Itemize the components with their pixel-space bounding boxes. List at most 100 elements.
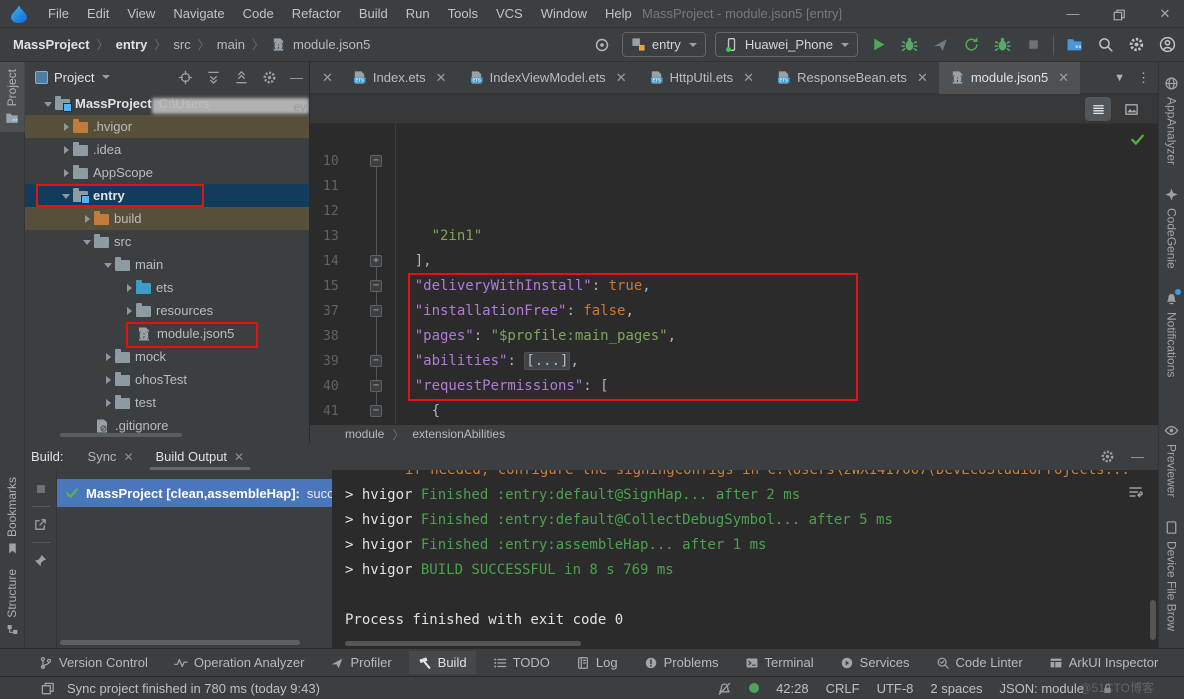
indent-size[interactable]: 2 spaces (930, 681, 982, 696)
caret-position[interactable]: 42:28 (776, 681, 809, 696)
build-settings-gear-icon[interactable] (1100, 449, 1115, 464)
tab-sync[interactable]: Sync ✕ (82, 443, 140, 470)
chevron-right-icon[interactable] (80, 212, 94, 226)
tree-item-ets[interactable]: ets (25, 276, 309, 299)
breadcrumb-project[interactable]: MassProject (13, 37, 90, 52)
breadcrumb-src[interactable]: src (173, 37, 190, 52)
tree-item-build[interactable]: build (25, 207, 309, 230)
tab-close-icon[interactable]: ✕ (616, 70, 627, 86)
export-icon[interactable] (33, 517, 48, 532)
menu-view[interactable]: View (118, 6, 164, 21)
sidebar-item-previewer[interactable]: Previewer (1164, 423, 1179, 497)
chevron-right-icon[interactable] (101, 350, 115, 364)
menu-tools[interactable]: Tools (439, 6, 487, 21)
tree-item-src[interactable]: src (25, 230, 309, 253)
tree-item-main[interactable]: main (25, 253, 309, 276)
attach-debugger-button[interactable] (991, 34, 1013, 56)
profile-button[interactable] (929, 34, 951, 56)
fold-marker[interactable]: − (370, 305, 382, 317)
tab-module-json5[interactable]: module.json5 ✕ (939, 62, 1080, 94)
menu-run[interactable]: Run (397, 6, 439, 21)
locate-file-icon[interactable] (178, 70, 193, 85)
tree-item-ohostest[interactable]: ohosTest (25, 368, 309, 391)
tab-options-kebab-icon[interactable]: ⋮ (1137, 70, 1150, 86)
tab-indexviewmodel-ets[interactable]: IndexViewModel.ets ✕ (458, 62, 638, 94)
tab-close-icon[interactable]: ✕ (123, 450, 133, 464)
tab-build-output[interactable]: Build Output ✕ (150, 443, 251, 470)
debug-button[interactable] (898, 34, 920, 56)
menu-build[interactable]: Build (350, 6, 397, 21)
tab-index-ets[interactable]: Index.ets ✕ (341, 62, 458, 94)
tree-item-entry[interactable]: entry (25, 184, 309, 207)
restore-button[interactable] (1108, 6, 1130, 22)
menu-window[interactable]: Window (532, 6, 596, 21)
tab-close-icon[interactable]: ✕ (917, 70, 928, 86)
build-console[interactable]: if needed, configure the signingConfigs … (332, 470, 1158, 648)
file-encoding[interactable]: UTF-8 (877, 681, 914, 696)
tab-httputil-ets[interactable]: HttpUtil.ets ✕ (638, 62, 765, 94)
build-result-item[interactable]: MassProject [clean,assembleHap]: succ (57, 479, 332, 507)
sidebar-item-bookmarks[interactable]: Bookmarks (0, 470, 25, 562)
chevron-right-icon[interactable] (122, 281, 136, 295)
breadcrumb-file[interactable]: module.json5 (293, 37, 370, 52)
panel-settings-gear-icon[interactable] (262, 70, 277, 85)
fold-marker[interactable]: − (370, 155, 382, 167)
fold-marker[interactable]: − (370, 380, 382, 392)
chevron-right-icon[interactable] (101, 396, 115, 410)
breadcrumb-module[interactable]: module (345, 427, 384, 441)
tab-close-icon[interactable]: ✕ (743, 70, 754, 86)
device-manager-icon[interactable] (1063, 34, 1085, 56)
breadcrumb-main[interactable]: main (217, 37, 245, 52)
close-button[interactable]: ✕ (1154, 6, 1176, 22)
tab-close-icon[interactable]: ✕ (1058, 70, 1069, 86)
toolbar-item-todo[interactable]: TODO (484, 651, 559, 674)
tree-item-idea[interactable]: .idea (25, 138, 309, 161)
toolbar-item-problems[interactable]: Problems (635, 651, 728, 674)
rerun-button[interactable] (960, 34, 982, 56)
menu-edit[interactable]: Edit (78, 6, 118, 21)
fold-marker[interactable]: − (370, 355, 382, 367)
toolbar-item-build[interactable]: Build (409, 651, 476, 674)
hidden-tabs-chevron-icon[interactable]: ▼ (1114, 72, 1125, 84)
hide-panel-icon[interactable]: — (1131, 449, 1144, 464)
chevron-down-icon[interactable] (41, 97, 55, 111)
tab-close-icon[interactable]: ✕ (436, 70, 447, 86)
expand-all-icon[interactable] (206, 70, 221, 85)
stop-button[interactable] (1022, 34, 1044, 56)
window-stack-icon[interactable] (40, 681, 55, 696)
build-tree-horizontal-scrollbar[interactable] (60, 640, 300, 645)
chevron-right-icon[interactable] (59, 166, 73, 180)
pin-icon[interactable] (33, 553, 48, 568)
tab-close-icon[interactable]: ✕ (314, 70, 341, 86)
menu-refactor[interactable]: Refactor (283, 6, 350, 21)
toolbar-item-services[interactable]: Services (831, 651, 919, 674)
device-selector[interactable]: Huawei_Phone (715, 32, 858, 57)
sidebar-item-structure[interactable]: Structure (0, 562, 25, 648)
sidebar-item-project[interactable]: Project (0, 62, 25, 132)
minimize-button[interactable]: — (1062, 6, 1084, 22)
collapse-all-icon[interactable] (234, 70, 249, 85)
chevron-right-icon[interactable] (59, 143, 73, 157)
search-everywhere-icon[interactable] (1094, 34, 1116, 56)
sidebar-item-device-file-browser[interactable]: Device File Brow (1164, 520, 1179, 631)
code-editor[interactable]: 10 "2in1" 11 − ], 12 "deliveryWithInstal… (310, 124, 1158, 424)
tab-close-icon[interactable]: ✕ (234, 450, 244, 464)
sidebar-item-appanalyzer[interactable]: AppAnalyzer (1164, 76, 1179, 165)
toolbar-item-version-control[interactable]: Version Control (30, 651, 157, 674)
account-icon[interactable] (1156, 34, 1178, 56)
chevron-down-icon[interactable] (101, 258, 115, 272)
toolbar-item-terminal[interactable]: Terminal (736, 651, 823, 674)
console-horizontal-scrollbar[interactable] (345, 641, 581, 646)
chevron-right-icon[interactable] (101, 373, 115, 387)
settings-gear-icon[interactable] (1125, 34, 1147, 56)
toolbar-item-code-linter[interactable]: Code Linter (927, 651, 1032, 674)
console-vertical-scrollbar[interactable] (1150, 600, 1156, 640)
project-view-selector[interactable]: Project (54, 70, 94, 85)
tree-item-hvigor[interactable]: .hvigor (25, 115, 309, 138)
file-type[interactable]: JSON: module (999, 681, 1084, 696)
breadcrumb-extensionabilities[interactable]: extensionAbilities (412, 427, 505, 441)
chevron-right-icon[interactable] (59, 120, 73, 134)
tree-item-mock[interactable]: mock (25, 345, 309, 368)
soft-wrap-icon[interactable] (1128, 484, 1144, 500)
run-config-selector[interactable]: entry (622, 32, 706, 57)
